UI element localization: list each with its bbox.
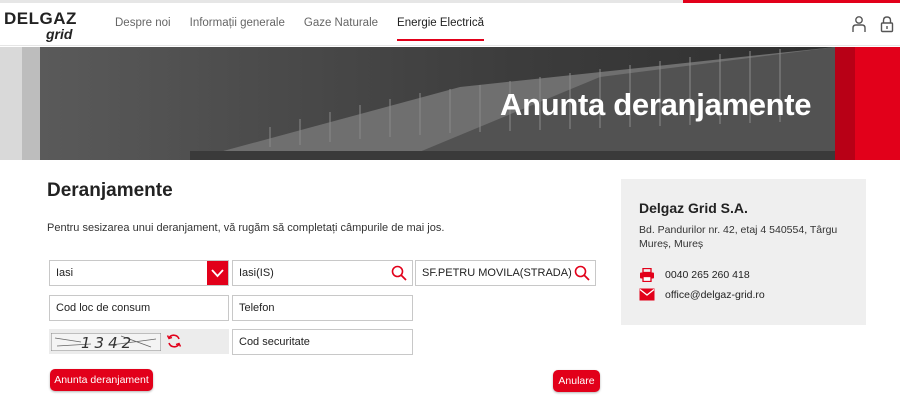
search-icon[interactable] bbox=[574, 265, 590, 281]
nav-informatii-generale[interactable]: Informații generale bbox=[190, 17, 285, 41]
captcha-text: 1342 bbox=[81, 334, 135, 351]
street-value: SF.PETRU MOVILA(STRADA) bbox=[422, 267, 572, 279]
hero-title: Anunta deranjamente bbox=[500, 87, 812, 122]
site-header: DELGAZ grid Despre noi Informații genera… bbox=[0, 3, 900, 46]
contact-email[interactable]: office@delgaz-grid.ro bbox=[665, 289, 765, 301]
county-dropdown-toggle[interactable] bbox=[207, 261, 228, 285]
nav-gaze-naturale[interactable]: Gaze Naturale bbox=[304, 17, 378, 41]
logo-subtitle: grid bbox=[46, 26, 73, 42]
contact-phone-row: 0040 265 260 418 bbox=[639, 267, 750, 285]
nav-despre-noi[interactable]: Despre noi bbox=[115, 17, 171, 41]
consumption-code-field[interactable]: Cod loc de consum bbox=[49, 295, 229, 321]
nav-energie-electrica[interactable]: Energie Electrică bbox=[397, 17, 484, 41]
lock-icon[interactable] bbox=[879, 15, 895, 33]
security-code-placeholder: Cod securitate bbox=[239, 336, 310, 348]
search-icon[interactable] bbox=[391, 265, 407, 281]
mail-icon bbox=[639, 288, 655, 301]
county-select[interactable]: Iasi bbox=[49, 260, 229, 286]
phone-field[interactable]: Telefon bbox=[232, 295, 413, 321]
delgaz-logo[interactable]: DELGAZ grid bbox=[4, 9, 84, 45]
security-code-field[interactable]: Cod securitate bbox=[232, 329, 413, 355]
chevron-down-icon bbox=[211, 269, 224, 278]
main-nav: Despre noi Informații generale Gaze Natu… bbox=[115, 17, 503, 41]
page-title: Deranjamente bbox=[47, 180, 173, 201]
contact-phone[interactable]: 0040 265 260 418 bbox=[665, 269, 750, 281]
street-input[interactable]: SF.PETRU MOVILA(STRADA) bbox=[415, 260, 596, 286]
company-name: Delgaz Grid S.A. bbox=[639, 200, 748, 216]
user-icon[interactable] bbox=[851, 15, 867, 33]
locality-input[interactable]: Iasi(IS) bbox=[232, 260, 413, 286]
cancel-button[interactable]: Anulare bbox=[553, 370, 600, 392]
company-address: Bd. Pandurilor nr. 42, etaj 4 540554, Tâ… bbox=[639, 224, 838, 250]
county-value: Iasi bbox=[56, 267, 74, 279]
contact-card: Delgaz Grid S.A. Bd. Pandurilor nr. 42, … bbox=[621, 179, 866, 325]
submit-report-button[interactable]: Anunta deranjament bbox=[50, 369, 153, 391]
intro-text: Pentru sesizarea unui deranjament, vă ru… bbox=[47, 222, 445, 234]
hero-banner: Anunta deranjamente bbox=[0, 47, 900, 160]
refresh-icon[interactable] bbox=[166, 333, 182, 349]
captcha-image: 1342 bbox=[51, 333, 161, 351]
printer-icon bbox=[640, 267, 654, 283]
contact-email-row: office@delgaz-grid.ro bbox=[639, 288, 765, 304]
consumption-code-placeholder: Cod loc de consum bbox=[56, 302, 151, 314]
locality-value: Iasi(IS) bbox=[239, 267, 274, 279]
phone-placeholder: Telefon bbox=[239, 302, 275, 314]
captcha-box: 1342 bbox=[49, 329, 229, 354]
